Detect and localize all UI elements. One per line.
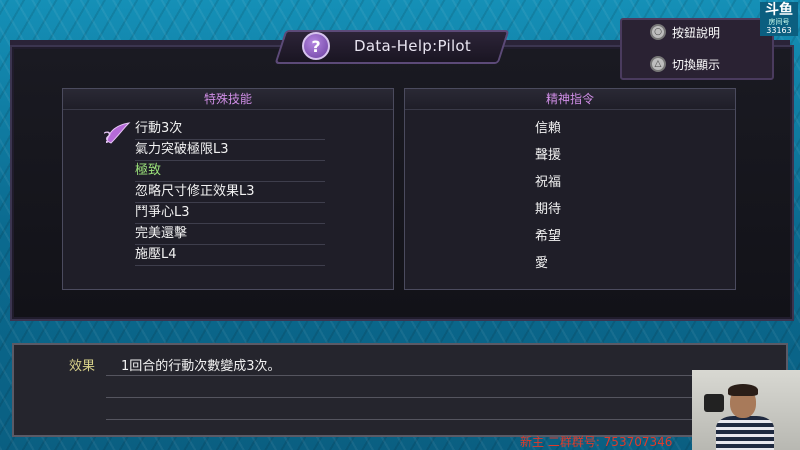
skill-item[interactable]: 施壓L4 (135, 245, 325, 266)
skill-item[interactable]: 鬥爭心L3 (135, 203, 325, 224)
logo-title: 斗鱼 (765, 2, 793, 18)
svg-text:?: ? (103, 128, 112, 145)
streamer-body (716, 416, 774, 450)
skill-item[interactable]: 極致 (135, 161, 325, 182)
text-line-divider (106, 397, 696, 398)
description-box: 效果 1回合的行動次數變成3次。 (12, 343, 788, 437)
spirit-panel-header: 精神指令 (405, 89, 735, 110)
streamer-webcam (692, 370, 800, 450)
skill-item[interactable]: 完美還擊 (135, 224, 325, 245)
menu-item-label: 按鈕說明 (672, 25, 721, 40)
stream-logo: 斗鱼 房间号 33163 (760, 2, 798, 36)
selection-cursor-icon: ? (103, 122, 131, 145)
triangle-button-icon: △ (650, 56, 666, 72)
skills-panel-header: 特殊技能 (63, 89, 393, 110)
text-line-divider (106, 419, 696, 420)
skill-item[interactable]: 忽略尺寸修正效果L3 (135, 182, 325, 203)
spirit-item[interactable]: 期待 (535, 196, 561, 223)
spirit-item[interactable]: 信賴 (535, 115, 561, 142)
help-icon: ? (302, 32, 330, 60)
room-number: 33163 (766, 26, 792, 35)
skills-list: ? 行動3次 氣力突破極限L3 極致 忽略尺寸修正效果L3 鬥爭心L3 完美還擊… (103, 119, 325, 266)
skill-item[interactable]: 氣力突破極限L3 (135, 140, 325, 161)
microphone-icon (704, 394, 724, 412)
circle-button-icon: ○ (650, 24, 666, 40)
spirit-item[interactable]: 聲援 (535, 142, 561, 169)
spirit-item[interactable]: 愛 (535, 250, 561, 277)
spirit-list: 信賴 聲援 祝福 期待 希望 愛 (535, 115, 561, 277)
text-line-divider (106, 375, 696, 376)
menu-item-button-help[interactable]: ○ 按鈕說明 (650, 22, 720, 42)
skill-item[interactable]: 行動3次 (135, 119, 325, 140)
stream-group-text: 新主 二群群号: 753707346 (520, 435, 673, 449)
logo-subtitle: 房间号 (768, 18, 790, 26)
title-bar: ? Data-Help:Pilot (292, 32, 492, 60)
menu-item-toggle-display[interactable]: △ 切換顯示 (650, 54, 720, 74)
spirit-item[interactable]: 祝福 (535, 169, 561, 196)
effect-text: 1回合的行動次數變成3次。 (121, 359, 281, 374)
spirit-item[interactable]: 希望 (535, 223, 561, 250)
effect-label: 效果 (69, 359, 96, 374)
skills-panel: 特殊技能 ? 行動3次 氣力突破極限L3 極致 忽略尺寸修正效果L3 鬥爭心L3… (62, 88, 394, 290)
page-title: Data-Help:Pilot (354, 37, 472, 55)
streamer-hair (728, 384, 758, 396)
spirit-panel: 精神指令 信賴 聲援 祝福 期待 希望 愛 (404, 88, 736, 290)
menu-item-label: 切換顯示 (672, 57, 721, 72)
